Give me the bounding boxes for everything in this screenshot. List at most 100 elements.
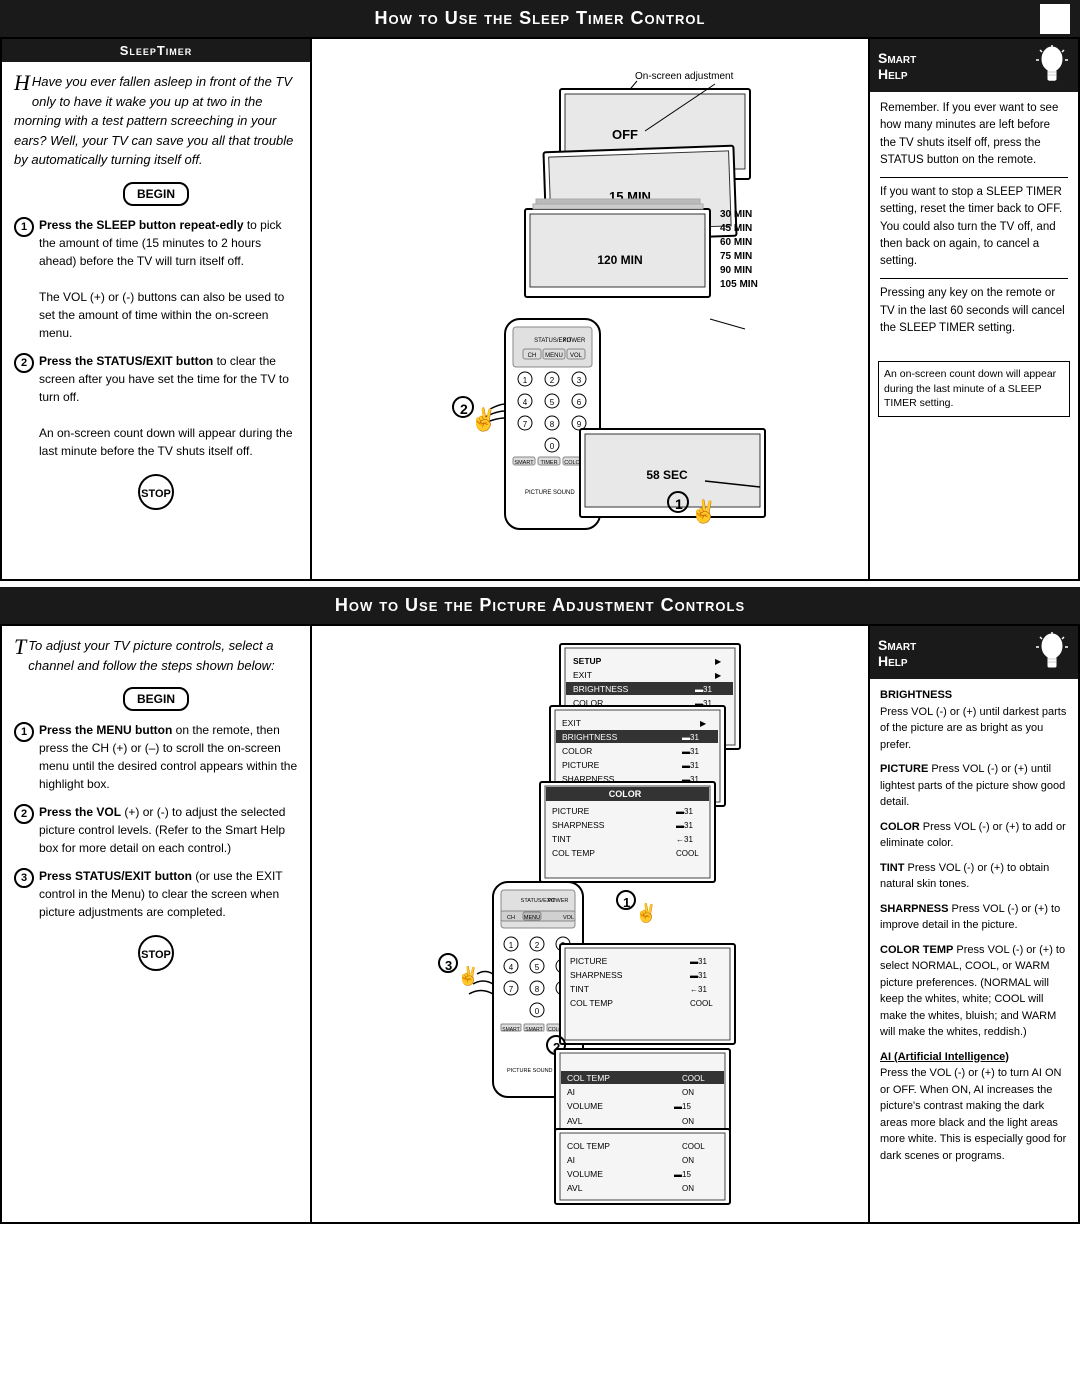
svg-text:6: 6 [577, 398, 582, 407]
brightness-title: BRIGHTNESS [880, 689, 952, 701]
svg-text:EXIT: EXIT [562, 718, 581, 728]
svg-text:POWER: POWER [563, 338, 586, 344]
svg-text:SHARPNESS: SHARPNESS [552, 820, 605, 830]
svg-text:75 MIN: 75 MIN [720, 251, 752, 262]
svg-text:1: 1 [509, 941, 514, 950]
svg-text:▬31: ▬31 [690, 957, 707, 966]
svg-text:POWER: POWER [548, 898, 569, 904]
brightness-body: Press VOL (-) or (+) until darkest parts… [880, 706, 1066, 751]
svg-text:PICTURE: PICTURE [570, 956, 608, 966]
svg-text:BRIGHTNESS: BRIGHTNESS [573, 684, 629, 694]
picture-title: PICTURE [880, 763, 928, 775]
svg-text:ON: ON [682, 1156, 694, 1165]
ai-title: AI (Artificial Intelligence) [880, 1051, 1009, 1063]
sh1-divider1 [880, 177, 1068, 178]
svg-text:2: 2 [460, 401, 468, 417]
svg-text:4: 4 [509, 963, 514, 972]
svg-text:COL TEMP: COL TEMP [570, 998, 613, 1008]
svg-text:▬31: ▬31 [682, 733, 699, 742]
svg-text:VOLUME: VOLUME [567, 1169, 603, 1179]
svg-text:120 MIN: 120 MIN [597, 253, 642, 267]
section2-right: Smart Help BRIGHTNESS [868, 626, 1078, 1222]
svg-text:MENU: MENU [524, 915, 540, 921]
svg-text:30 MIN: 30 MIN [720, 209, 752, 220]
svg-text:AI: AI [567, 1087, 575, 1097]
svg-text:60 MIN: 60 MIN [720, 237, 752, 248]
svg-text:▬31: ▬31 [682, 761, 699, 770]
svg-text:VOL: VOL [563, 915, 574, 921]
sharpness-section: SHARPNESS Press VOL (-) or (+) to improv… [880, 901, 1068, 934]
step2-3-circle: 3 [14, 868, 34, 888]
svg-text:COOL: COOL [690, 999, 713, 1008]
step1-text: Press the SLEEP button repeat-edly to pi… [39, 216, 298, 342]
step1-extra: The VOL (+) or (-) buttons can also be u… [39, 290, 284, 340]
svg-text:58 SEC: 58 SEC [646, 468, 688, 482]
svg-text:ON: ON [682, 1088, 694, 1097]
step2-text: Press the STATUS/EXIT button to clear th… [39, 352, 298, 460]
svg-text:✌: ✌ [470, 406, 497, 433]
svg-text:COLOR: COLOR [562, 746, 592, 756]
svg-text:AI: AI [567, 1155, 575, 1165]
sh1-p3: Pressing any key on the remote or TV in … [880, 285, 1068, 337]
svg-text:▬15: ▬15 [674, 1102, 691, 1111]
svg-text:SMART: SMART [525, 1027, 542, 1033]
sleeptimer-intro: HHave you ever fallen asleep in front of… [14, 72, 298, 170]
svg-text:▬31: ▬31 [690, 971, 707, 980]
step1-bold: Press the SLEEP button repeat-edly [39, 218, 244, 232]
svg-text:▬31: ▬31 [676, 807, 693, 816]
svg-text:SMART: SMART [502, 1027, 519, 1033]
svg-text:VOL: VOL [570, 353, 583, 359]
color-title: COLOR [880, 821, 920, 833]
begin-label-1: BEGIN [123, 182, 189, 206]
bulb-icon-1 [1035, 43, 1070, 88]
svg-text:PICTURE: PICTURE [562, 760, 600, 770]
step2-3: 3 Press STATUS/EXIT button (or use the E… [14, 867, 298, 921]
section2-left-content: TTo adjust your TV picture controls, sel… [2, 626, 310, 991]
section2-left: TTo adjust your TV picture controls, sel… [2, 626, 312, 1222]
svg-text:2: 2 [535, 941, 540, 950]
svg-text:▶: ▶ [715, 657, 722, 666]
svg-text:1: 1 [675, 496, 683, 512]
svg-text:2: 2 [550, 376, 555, 385]
section2-wrapper: TTo adjust your TV picture controls, sel… [0, 624, 1080, 1224]
section1-right-panel: Smart Help Remember. If you ever want to… [868, 39, 1078, 579]
svg-text:CH: CH [528, 353, 537, 359]
svg-text:COOL: COOL [682, 1074, 705, 1083]
svg-text:5: 5 [535, 963, 540, 972]
section1-left-panel: SleepTimer HHave you ever fallen asleep … [2, 39, 312, 579]
step2-3-bold: Press STATUS/EXIT button [39, 869, 192, 883]
section2-intro-text: To adjust your TV picture controls, sele… [28, 638, 274, 673]
sh1-divider2 [880, 278, 1068, 279]
svg-text:9: 9 [577, 420, 582, 429]
section2-middle: SETUP ▶ EXIT ▶ BRIGHTNESS ▬31 COLOR ▬31 … [312, 626, 868, 1222]
svg-text:45 MIN: 45 MIN [720, 223, 752, 234]
svg-text:SMART: SMART [514, 460, 534, 466]
svg-text:AVL: AVL [567, 1116, 583, 1126]
svg-text:3: 3 [577, 376, 582, 385]
tint-title: TINT [880, 862, 904, 874]
sleeptimer-title: SleepTimer [2, 39, 310, 62]
svg-text:PICTURE SOUND: PICTURE SOUND [525, 490, 575, 496]
step2-1-circle: 1 [14, 722, 34, 742]
svg-text:0: 0 [535, 1007, 540, 1016]
section2-illustration: SETUP ▶ EXIT ▶ BRIGHTNESS ▬31 COLOR ▬31 … [405, 634, 775, 1214]
svg-text:ON: ON [682, 1184, 694, 1193]
svg-text:VOLUME: VOLUME [567, 1101, 603, 1111]
svg-text:✌: ✌ [690, 498, 717, 525]
svg-text:BRIGHTNESS: BRIGHTNESS [562, 732, 618, 742]
svg-text:105 MIN: 105 MIN [720, 279, 758, 290]
svg-text:▶: ▶ [700, 719, 707, 728]
section1-left-content: HHave you ever fallen asleep in front of… [2, 62, 310, 530]
svg-text:COOL: COOL [682, 1142, 705, 1151]
begin-label-2: BEGIN [123, 687, 189, 711]
smart-label-2: Smart [878, 637, 916, 653]
sh1-p2: If you want to stop a SLEEP TIMER settin… [880, 184, 1068, 270]
svg-text:COL TEMP: COL TEMP [567, 1073, 610, 1083]
color-section: COLOR Press VOL (-) or (+) to add or eli… [880, 819, 1068, 852]
step2-2-text: Press the VOL (+) or (-) to adjust the s… [39, 803, 298, 857]
section2-intro: TTo adjust your TV picture controls, sel… [14, 636, 298, 675]
svg-text:ON: ON [682, 1117, 694, 1126]
ai-body: Press the VOL (-) or (+) to turn AI ON o… [880, 1067, 1066, 1162]
smart-help-title-2: Smart Help [878, 637, 916, 669]
begin-button-1: BEGIN [14, 178, 298, 210]
